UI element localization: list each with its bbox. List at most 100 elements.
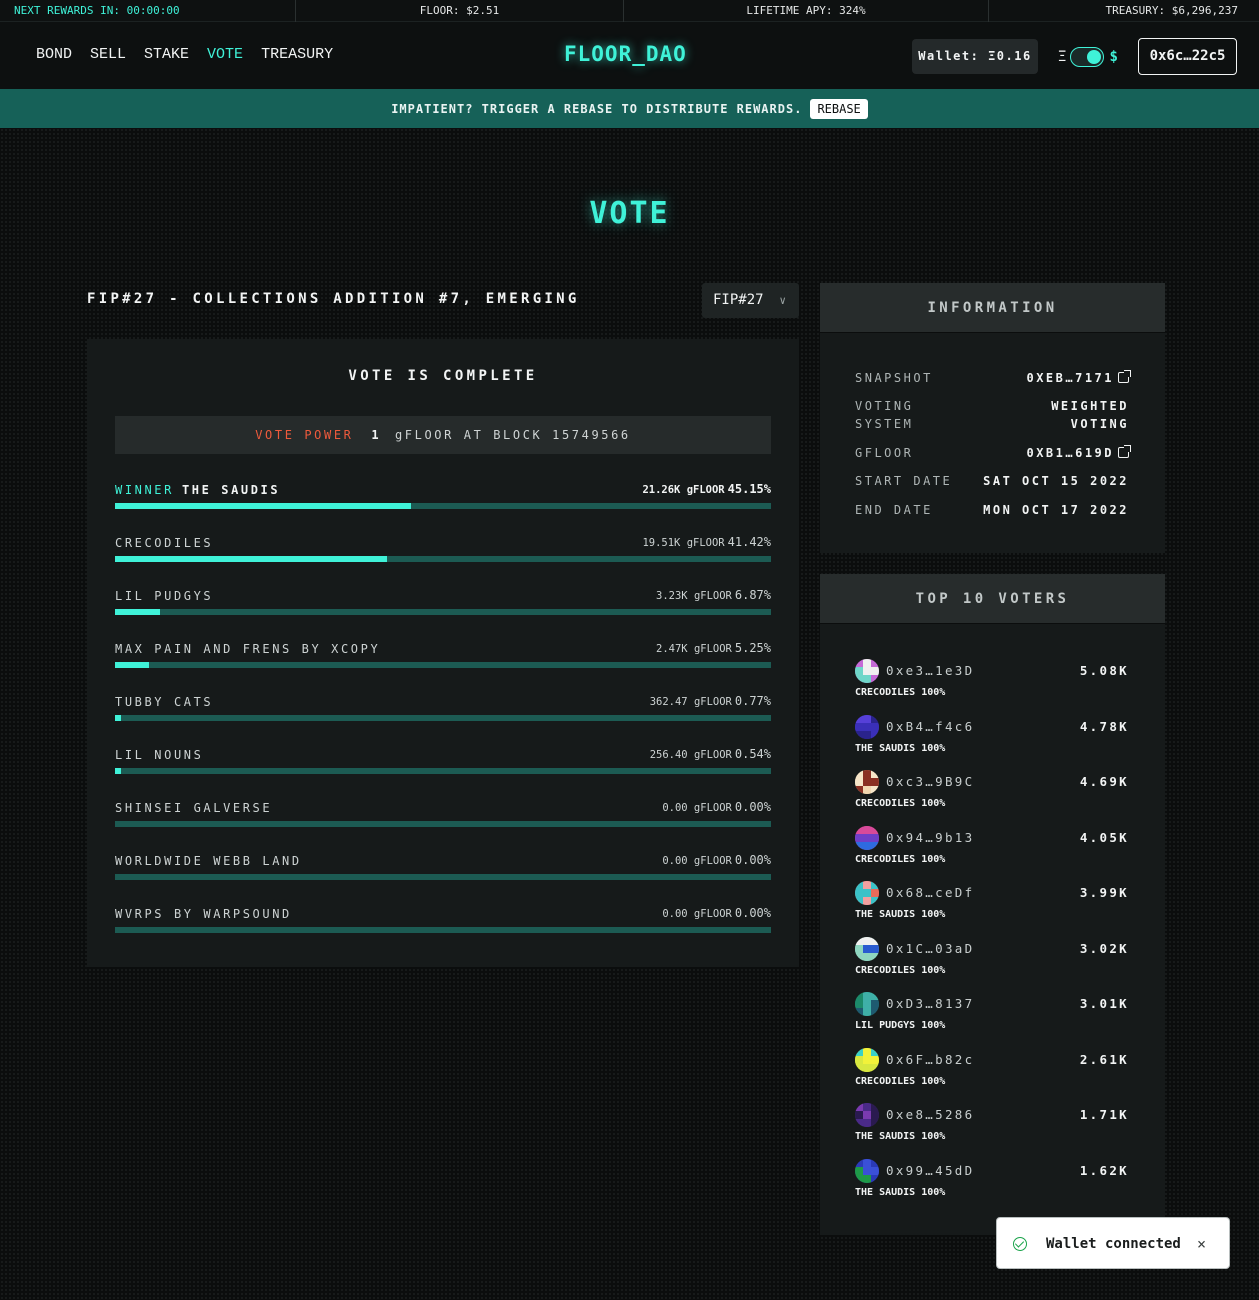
nav-sell[interactable]: SELL xyxy=(90,46,126,63)
voter-amount: 4.05K xyxy=(1079,829,1129,845)
usd-label: $ xyxy=(1109,49,1118,65)
nav-vote[interactable]: VOTE xyxy=(207,46,243,63)
choice-progress-track xyxy=(115,821,771,827)
avatar-pixel xyxy=(863,778,871,786)
choice-name: WORLDWIDE WEBB LAND xyxy=(115,854,302,868)
choice-progress-track xyxy=(115,556,771,562)
voter-row[interactable]: 0x6F…b82c 2.61K CRECODILES 100% xyxy=(855,1047,1129,1094)
avatar-pixel xyxy=(871,722,879,731)
avatar-pixel xyxy=(855,952,863,961)
choice-name: WVRPS BY WARPSOUND xyxy=(115,907,292,921)
choice-stats: 3.23K gFLOOR 6.87% xyxy=(656,588,771,602)
currency-toggle[interactable] xyxy=(1070,47,1105,67)
avatar-pixel xyxy=(871,1063,879,1072)
avatar-pixel xyxy=(855,722,863,731)
choice-row: CRECODILES 19.51K gFLOOR 41.42% xyxy=(115,535,771,576)
avatar-pixel xyxy=(855,889,863,897)
voter-amount: 2.61K xyxy=(1079,1051,1129,1067)
avatar-pixel xyxy=(855,675,863,683)
avatar-pixel xyxy=(871,992,879,1000)
avatar-pixel xyxy=(863,1103,871,1111)
avatar-pixel xyxy=(863,1063,871,1072)
avatar-pixel xyxy=(855,1055,863,1064)
close-icon[interactable]: × xyxy=(1197,1218,1206,1270)
avatar-pixel xyxy=(855,1174,863,1183)
proposal-title: FIP#27 - COLLECTIONS ADDITION #7, EMERGI… xyxy=(87,291,580,307)
avatar-pixel xyxy=(855,667,863,675)
info-key: START DATE xyxy=(855,474,953,488)
voter-row[interactable]: 0xe3…1e3D 5.08K CRECODILES 100% xyxy=(855,659,1129,705)
avatar-pixel xyxy=(863,1119,871,1127)
choice-percent: 0.00% xyxy=(734,800,771,814)
avatar-pixel xyxy=(863,1055,871,1064)
avatar-pixel xyxy=(855,1008,863,1016)
voter-choice: THE SAUDIS 100% xyxy=(855,909,946,920)
rebase-button[interactable]: REBASE xyxy=(810,98,868,119)
choice-percent: 0.54% xyxy=(734,747,771,761)
avatar-pixel xyxy=(871,897,879,905)
voter-row[interactable]: 0xe8…5286 1.71K THE SAUDIS 100% xyxy=(855,1103,1129,1149)
voter-row[interactable]: 0x99…45dD 1.62K THE SAUDIS 100% xyxy=(855,1158,1129,1205)
vote-status: VOTE IS COMPLETE xyxy=(348,368,538,384)
avatar-pixel xyxy=(871,952,879,961)
avatar-pixel xyxy=(863,889,871,897)
proposal-select[interactable]: FIP#27 ∨ xyxy=(702,283,799,318)
choice-row: WORLDWIDE WEBB LAND 0.00 gFLOOR 0.00% xyxy=(115,853,771,894)
voter-choice: THE SAUDIS 100% xyxy=(855,1186,946,1198)
avatar-pixel xyxy=(871,833,879,842)
info-value-text: MON OCT 17 2022 xyxy=(983,503,1129,517)
voter-row[interactable]: 0xD3…8137 3.01K LIL PUDGYS 100% xyxy=(855,992,1129,1038)
external-link-icon[interactable] xyxy=(1118,445,1131,458)
voter-row[interactable]: 0xc3…9B9C 4.69K CRECODILES 100% xyxy=(855,770,1129,816)
voter-row[interactable]: 0x1C…03aD 3.02K CRECODILES 100% xyxy=(855,936,1129,983)
avatar-pixel xyxy=(871,1119,879,1127)
choice-name: LIL PUDGYS xyxy=(115,589,213,603)
nav-stake[interactable]: STAKE xyxy=(144,46,189,63)
voter-avatar xyxy=(855,1103,879,1127)
choice-progress-track xyxy=(115,662,771,668)
voter-avatar xyxy=(855,659,879,683)
account-address-button[interactable]: 0x6c…22c5 xyxy=(1138,38,1237,75)
floor-price: FLOOR: $2.51 xyxy=(296,0,624,22)
stats-ticker: NEXT REWARDS IN: 00:00:00 FLOOR: $2.51 L… xyxy=(0,0,1259,22)
choice-progress-fill xyxy=(115,556,387,562)
voter-choice: THE SAUDIS 100% xyxy=(855,742,946,754)
voter-avatar xyxy=(855,1158,879,1183)
choice-stats: 21.26K gFLOOR 45.15% xyxy=(642,482,771,496)
info-value-text: 0XEB…7171 xyxy=(1026,371,1114,385)
choice-label: SHINSEI GALVERSE xyxy=(115,801,273,815)
info-key: VOTING SYSTEM xyxy=(855,399,914,431)
nav-bond[interactable]: BOND xyxy=(36,46,72,63)
voter-row[interactable]: 0xB4…f4c6 4.78K THE SAUDIS 100% xyxy=(855,714,1129,761)
floor-dao-logo[interactable]: FLOOR_DAO xyxy=(564,42,687,66)
voter-row[interactable]: 0x94…9b13 4.05K CRECODILES 100% xyxy=(855,825,1129,872)
avatar-pixel xyxy=(855,825,863,834)
avatar-pixel xyxy=(855,778,863,786)
avatar-pixel xyxy=(871,786,879,794)
info-value-text: SAT OCT 15 2022 xyxy=(983,474,1129,488)
choice-row: LIL PUDGYS 3.23K gFLOOR 6.87% xyxy=(115,588,771,629)
voter-choice: THE SAUDIS 100% xyxy=(855,1131,946,1142)
page-title: VOTE xyxy=(589,196,670,231)
choice-label: WORLDWIDE WEBB LAND xyxy=(115,854,302,868)
avatar-pixel xyxy=(871,1158,879,1167)
external-link-icon[interactable] xyxy=(1118,370,1131,383)
voter-row[interactable]: 0x68…ceDf 3.99K THE SAUDIS 100% xyxy=(855,881,1129,927)
avatar-pixel xyxy=(855,1166,863,1175)
choice-percent: 0.00% xyxy=(734,906,771,920)
nav-treasury[interactable]: TREASURY xyxy=(261,46,333,63)
choice-amount: 0.00 gFLOOR xyxy=(662,855,732,867)
choice-amount: 0.00 gFLOOR xyxy=(662,802,732,814)
choice-progress-track xyxy=(115,609,771,615)
avatar-pixel xyxy=(863,1174,871,1183)
voter-address: 0x99…45dD xyxy=(886,1162,975,1178)
avatar-pixel xyxy=(855,936,863,945)
choice-row: LIL NOUNS 256.40 gFLOOR 0.54% xyxy=(115,747,771,788)
voter-choice: LIL PUDGYS 100% xyxy=(855,1020,946,1031)
eth-label: Ξ xyxy=(1058,49,1067,65)
avatar-pixel xyxy=(863,1158,871,1167)
info-value[interactable]: 0XEB…7171 xyxy=(1026,369,1131,387)
info-value[interactable]: 0XB1…619D xyxy=(1026,444,1131,462)
voter-avatar xyxy=(855,881,879,905)
choice-row: MAX PAIN AND FRENS BY XCOPY 2.47K gFLOOR 5… xyxy=(115,641,771,682)
